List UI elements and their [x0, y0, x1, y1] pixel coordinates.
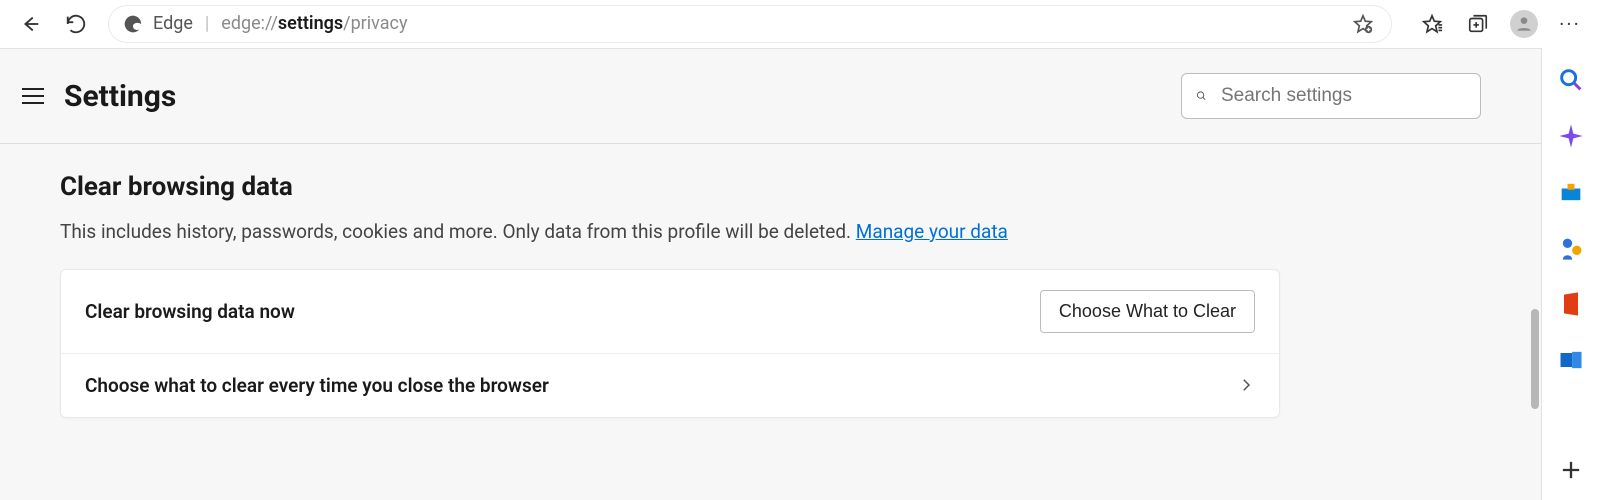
clear-data-card: Clear browsing data now Choose What to C…	[60, 269, 1280, 418]
settings-header: Settings	[0, 49, 1541, 144]
chevron-right-icon	[1237, 376, 1255, 394]
app-label: Edge	[153, 13, 193, 34]
search-icon	[1196, 86, 1207, 106]
more-menu-button[interactable]: ···	[1556, 10, 1584, 38]
sidebar-rail	[1542, 48, 1600, 500]
favorites-icon[interactable]	[1418, 10, 1446, 38]
menu-toggle-button[interactable]	[22, 84, 46, 108]
clear-now-label: Clear browsing data now	[85, 300, 295, 323]
profile-avatar[interactable]	[1510, 10, 1538, 38]
rail-copilot-icon[interactable]	[1557, 122, 1585, 150]
search-settings-box[interactable]	[1181, 73, 1481, 119]
edge-logo-icon	[123, 14, 143, 34]
clear-on-close-label: Choose what to clear every time you clos…	[85, 374, 549, 397]
address-separator: |	[205, 13, 209, 34]
back-button[interactable]	[16, 10, 44, 38]
url-text: edge://settings/privacy	[221, 13, 407, 34]
manage-your-data-link[interactable]: Manage your data	[856, 220, 1008, 243]
clear-now-row: Clear browsing data now Choose What to C…	[61, 270, 1279, 354]
address-bar[interactable]: Edge | edge://settings/privacy	[108, 5, 1392, 43]
browser-top-bar: Edge | edge://settings/privacy ···	[0, 0, 1600, 48]
page-title: Settings	[64, 79, 176, 114]
rail-add-button[interactable]	[1557, 456, 1585, 484]
rail-search-icon[interactable]	[1557, 66, 1585, 94]
search-input[interactable]	[1221, 85, 1466, 107]
rail-shopping-icon[interactable]	[1557, 178, 1585, 206]
section-description: This includes history, passwords, cookie…	[60, 218, 1481, 247]
collections-icon[interactable]	[1464, 10, 1492, 38]
settings-page: Settings Clear browsing data This includ…	[0, 48, 1542, 500]
clear-on-close-row[interactable]: Choose what to clear every time you clos…	[61, 354, 1279, 417]
site-identity: Edge	[123, 13, 193, 34]
scrollbar-thumb[interactable]	[1531, 309, 1539, 409]
refresh-button[interactable]	[62, 10, 90, 38]
choose-what-to-clear-button[interactable]: Choose What to Clear	[1040, 290, 1255, 333]
clear-browsing-data-section: Clear browsing data This includes histor…	[0, 144, 1541, 446]
rail-games-icon[interactable]	[1557, 234, 1585, 262]
rail-outlook-icon[interactable]	[1557, 346, 1585, 374]
rail-office-icon[interactable]	[1557, 290, 1585, 318]
add-favorite-icon[interactable]	[1349, 10, 1377, 38]
section-title: Clear browsing data	[60, 172, 1481, 202]
toolbar-right: ···	[1418, 10, 1584, 38]
